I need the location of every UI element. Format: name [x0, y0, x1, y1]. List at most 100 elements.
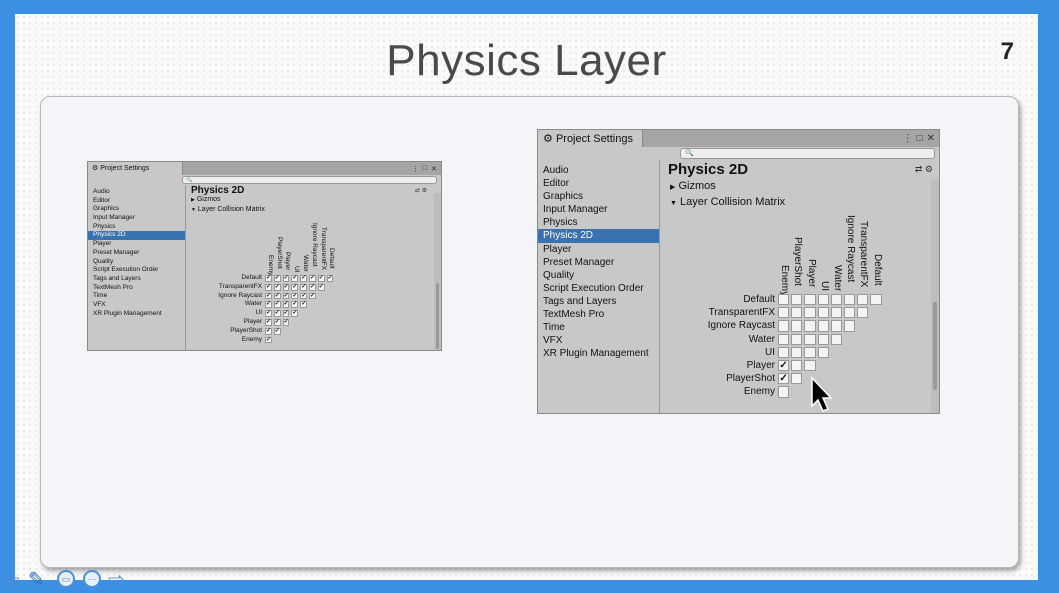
more-options-icon[interactable]: ⋮ [412, 165, 419, 173]
more-options-icon[interactable]: ⋮ [903, 133, 913, 144]
sidebar-item-vfx[interactable]: VFX [538, 334, 659, 347]
collision-checkbox[interactable]: ✓ [317, 283, 325, 291]
collision-checkbox[interactable]: ✓ [265, 310, 272, 317]
collision-checkbox[interactable]: ✓ [282, 283, 290, 291]
collision-checkbox[interactable] [844, 320, 856, 332]
collision-checkbox[interactable] [791, 346, 803, 358]
sidebar-item-textmesh-pro[interactable]: TextMesh Pro [88, 284, 185, 293]
sidebar-item-input-manager[interactable]: Input Manager [538, 203, 659, 216]
sidebar-item-textmesh-pro[interactable]: TextMesh Pro [538, 308, 659, 321]
collision-checkbox[interactable]: ✓ [273, 310, 281, 317]
sidebar-item-xr-plugin-management[interactable]: XR Plugin Management [538, 347, 659, 360]
sidebar-item-player[interactable]: Player [88, 240, 185, 249]
collision-checkbox[interactable] [804, 294, 816, 306]
collision-checkbox[interactable]: ✓ [291, 310, 299, 317]
collision-checkbox[interactable]: ✓ [282, 275, 290, 282]
collision-checkbox[interactable]: ✓ [265, 327, 272, 335]
scrollbar[interactable] [434, 193, 441, 350]
collision-checkbox[interactable] [804, 320, 816, 332]
sidebar-item-time[interactable]: Time [538, 321, 659, 334]
sidebar-item-physics-2d[interactable]: Physics 2D [538, 229, 659, 243]
settings-gear-icon[interactable]: ⚙ [925, 164, 933, 174]
collision-checkbox[interactable] [804, 333, 816, 345]
collision-checkbox[interactable]: ✓ [282, 292, 290, 300]
collision-checkbox[interactable] [791, 294, 803, 306]
collision-checkbox[interactable]: ✓ [309, 275, 316, 282]
gizmos-foldout[interactable]: ▶ Gizmos [191, 196, 221, 203]
collision-checkbox[interactable] [778, 386, 790, 398]
collision-checkbox[interactable] [804, 346, 816, 358]
collision-checkbox[interactable]: ✓ [273, 301, 281, 309]
previous-slide-icon[interactable]: ⇦ [3, 570, 20, 590]
sidebar-item-preset-manager[interactable]: Preset Manager [88, 249, 185, 258]
pen-icon[interactable]: ✎ [28, 570, 45, 590]
collision-checkbox[interactable]: ✓ [300, 301, 307, 309]
collision-checkbox[interactable]: ✓ [273, 283, 281, 291]
sidebar-item-audio[interactable]: Audio [538, 164, 659, 177]
collision-checkbox[interactable]: ✓ [265, 292, 272, 300]
sidebar-item-preset-manager[interactable]: Preset Manager [538, 256, 659, 269]
collision-checkbox[interactable]: ✓ [265, 283, 272, 291]
sidebar-item-xr-plugin-management[interactable]: XR Plugin Management [88, 310, 185, 319]
slide-sorter-icon[interactable]: ▭ [57, 570, 75, 588]
collision-checkbox[interactable]: ✓ [300, 275, 307, 282]
sidebar-item-editor[interactable]: Editor [538, 177, 659, 190]
collision-checkbox[interactable] [791, 307, 803, 319]
collision-checkbox[interactable] [791, 373, 803, 385]
collision-checkbox[interactable]: ✓ [291, 275, 299, 282]
collision-checkbox[interactable]: ✓ [273, 319, 281, 326]
sidebar-item-quality[interactable]: Quality [88, 258, 185, 267]
collision-checkbox[interactable] [817, 346, 829, 358]
collision-checkbox[interactable]: ✓ [309, 292, 316, 300]
collision-checkbox[interactable]: ✓ [265, 275, 272, 282]
sidebar-item-tags-and-layers[interactable]: Tags and Layers [538, 295, 659, 308]
sidebar-item-physics-2d[interactable]: Physics 2D [88, 231, 185, 241]
settings-gear-icon[interactable]: ⚙ [422, 188, 427, 194]
collision-checkbox[interactable]: ✓ [317, 275, 325, 282]
collision-checkbox[interactable]: ✓ [326, 275, 334, 282]
sidebar-item-player[interactable]: Player [538, 243, 659, 256]
collision-checkbox[interactable]: ✓ [273, 327, 281, 335]
collision-checkbox[interactable]: ✓ [291, 292, 299, 300]
sidebar-item-input-manager[interactable]: Input Manager [88, 214, 185, 223]
scrollbar-thumb[interactable] [436, 283, 439, 349]
next-slide-icon[interactable]: ⇨ [108, 570, 125, 590]
collision-checkbox[interactable] [778, 320, 790, 332]
collision-checkbox[interactable] [844, 294, 856, 306]
sidebar-item-tags-and-layers[interactable]: Tags and Layers [88, 275, 185, 284]
collision-checkbox[interactable] [778, 333, 790, 345]
sidebar-item-editor[interactable]: Editor [88, 197, 185, 206]
collision-checkbox[interactable]: ✓ [273, 292, 281, 300]
sidebar-item-audio[interactable]: Audio [88, 188, 185, 197]
collision-checkbox[interactable] [804, 360, 816, 372]
sidebar-item-script-execution-order[interactable]: Script Execution Order [538, 282, 659, 295]
maximize-icon[interactable]: □ [917, 133, 923, 144]
collision-checkbox[interactable]: ✓ [265, 301, 272, 309]
more-menu-icon[interactable]: ⋯ [83, 570, 101, 588]
collision-checkbox[interactable] [857, 294, 869, 306]
collision-checkbox[interactable] [778, 307, 790, 319]
collision-checkbox[interactable] [870, 294, 882, 306]
collision-checkbox[interactable]: ✓ [291, 301, 299, 309]
search-input[interactable]: 🔍 [680, 148, 935, 159]
collision-checkbox[interactable] [844, 307, 856, 319]
collision-checkbox[interactable] [778, 346, 790, 358]
collision-checkbox[interactable]: ✓ [282, 310, 290, 317]
collision-checkbox[interactable] [791, 333, 803, 345]
sidebar-item-quality[interactable]: Quality [538, 269, 659, 282]
collision-checkbox[interactable]: ✓ [265, 336, 272, 344]
close-icon[interactable]: ✕ [431, 165, 437, 173]
collision-checkbox[interactable]: ✓ [265, 319, 272, 326]
sidebar-item-graphics[interactable]: Graphics [538, 190, 659, 203]
layer-collision-matrix-foldout[interactable]: ▼ Layer Collision Matrix [191, 206, 265, 213]
gizmos-foldout[interactable]: ▶ Gizmos [670, 180, 716, 192]
tab-project-settings[interactable]: ⚙ Project Settings [88, 162, 183, 175]
sidebar-item-time[interactable]: Time [88, 292, 185, 301]
scrollbar[interactable] [931, 180, 939, 413]
sidebar-item-graphics[interactable]: Graphics [88, 205, 185, 214]
collision-checkbox[interactable] [817, 294, 829, 306]
sidebar-item-physics[interactable]: Physics [538, 216, 659, 229]
maximize-icon[interactable]: □ [423, 165, 427, 172]
collision-checkbox[interactable] [817, 333, 829, 345]
sidebar-item-script-execution-order[interactable]: Script Execution Order [88, 266, 185, 275]
